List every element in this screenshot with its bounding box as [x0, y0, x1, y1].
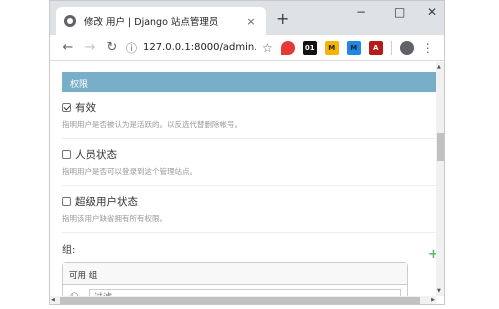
- active-tab[interactable]: 修改 用户 | Django 站点管理员 ×: [56, 7, 266, 35]
- new-tab-button[interactable]: +: [276, 9, 289, 28]
- permissions-legend: 权限: [62, 72, 436, 92]
- field-row-active: 有效 指明用户是否被认为是活跃的。以反选代替删除帐号。: [62, 92, 436, 139]
- superuser-checkbox[interactable]: [62, 197, 71, 206]
- pdf-extension-icon[interactable]: A: [368, 40, 383, 55]
- scroll-down-icon[interactable]: ▼: [437, 288, 441, 294]
- page-content: 权限 有效 指明用户是否被认为是活跃的。以反选代替删除帐号。 人员状态 指明用户…: [50, 62, 436, 296]
- permissions-fieldset: 权限 有效 指明用户是否被认为是活跃的。以反选代替删除帐号。 人员状态 指明用户…: [62, 72, 436, 296]
- horizontal-scroll-thumb[interactable]: [60, 297, 420, 304]
- active-label: 有效: [75, 102, 96, 114]
- tab-bar: 修改 用户 | Django 站点管理员 × + − □ ✕: [50, 1, 444, 35]
- horizontal-scrollbar[interactable]: ◀ ▶: [50, 296, 436, 304]
- staff-checkbox[interactable]: [62, 150, 71, 159]
- maximize-button[interactable]: □: [394, 5, 405, 19]
- field-row-staff: 人员状态 指明用户是否可以登录到这个管理站点。: [62, 139, 436, 186]
- window-close-button[interactable]: ✕: [427, 5, 437, 19]
- field-row-superuser: 超级用户状态 指明该用户缺省拥有所有权限。: [62, 186, 436, 233]
- scroll-up-icon[interactable]: ▲: [437, 64, 441, 70]
- active-help-text: 指明用户是否被认为是活跃的。以反选代替删除帐号。: [62, 120, 242, 129]
- map-pin-extension-icon[interactable]: [280, 40, 295, 55]
- groups-label: 组:: [62, 245, 76, 256]
- add-group-icon[interactable]: +: [428, 247, 436, 262]
- browser-window: 修改 用户 | Django 站点管理员 × + − □ ✕ ← → ↻ ⓘ 1…: [49, 0, 445, 305]
- available-groups-header: 可用 组: [63, 263, 407, 285]
- menu-icon[interactable]: ⋮: [422, 41, 434, 55]
- url-text: 127.0.0.1:8000/admin...: [143, 42, 256, 53]
- address-bar[interactable]: ⓘ 127.0.0.1:8000/admin...: [126, 38, 256, 58]
- scroll-right-icon[interactable]: ▶: [431, 297, 435, 303]
- site-info-icon[interactable]: ⓘ: [126, 40, 137, 56]
- scroll-left-icon[interactable]: ◀: [51, 297, 55, 303]
- forward-button[interactable]: →: [80, 40, 100, 55]
- groups-field: 组: 可用 组 🔍︎: [62, 233, 436, 296]
- groups-filter-input[interactable]: [88, 289, 401, 296]
- tab-title: 修改 用户 | Django 站点管理员: [84, 17, 219, 28]
- staff-label: 人员状态: [75, 149, 117, 161]
- bookmark-star-icon[interactable]: ☆: [262, 41, 273, 55]
- toolbar-divider: [390, 40, 392, 55]
- active-checkbox-label[interactable]: 有效: [62, 100, 436, 115]
- staff-help-text: 指明用户是否可以登录到这个管理站点。: [62, 167, 197, 176]
- back-button[interactable]: ←: [58, 40, 78, 55]
- active-checkbox[interactable]: [62, 103, 71, 112]
- extension-m-blue-icon[interactable]: M: [346, 40, 361, 55]
- minimize-button[interactable]: −: [356, 5, 366, 19]
- extension-m-yellow-icon[interactable]: M: [324, 40, 339, 55]
- vertical-scrollbar[interactable]: ▲ ▼: [436, 62, 444, 296]
- staff-checkbox-label[interactable]: 人员状态: [62, 147, 436, 162]
- browser-toolbar: ← → ↻ ⓘ 127.0.0.1:8000/admin... ☆ 01 M M…: [50, 35, 444, 61]
- vertical-scroll-thumb[interactable]: [437, 133, 444, 161]
- reload-button[interactable]: ↻: [102, 40, 122, 55]
- groups-filter: 🔍︎: [63, 285, 407, 296]
- superuser-label: 超级用户状态: [75, 196, 138, 208]
- superuser-help-text: 指明该用户缺省拥有所有权限。: [62, 214, 167, 223]
- extension-01-icon[interactable]: 01: [302, 40, 317, 55]
- tab-close-icon[interactable]: ×: [244, 15, 258, 28]
- superuser-checkbox-label[interactable]: 超级用户状态: [62, 194, 436, 209]
- django-favicon-icon: [64, 15, 76, 27]
- account-icon[interactable]: [399, 40, 414, 55]
- groups-selector: 可用 组 🔍︎: [62, 262, 408, 296]
